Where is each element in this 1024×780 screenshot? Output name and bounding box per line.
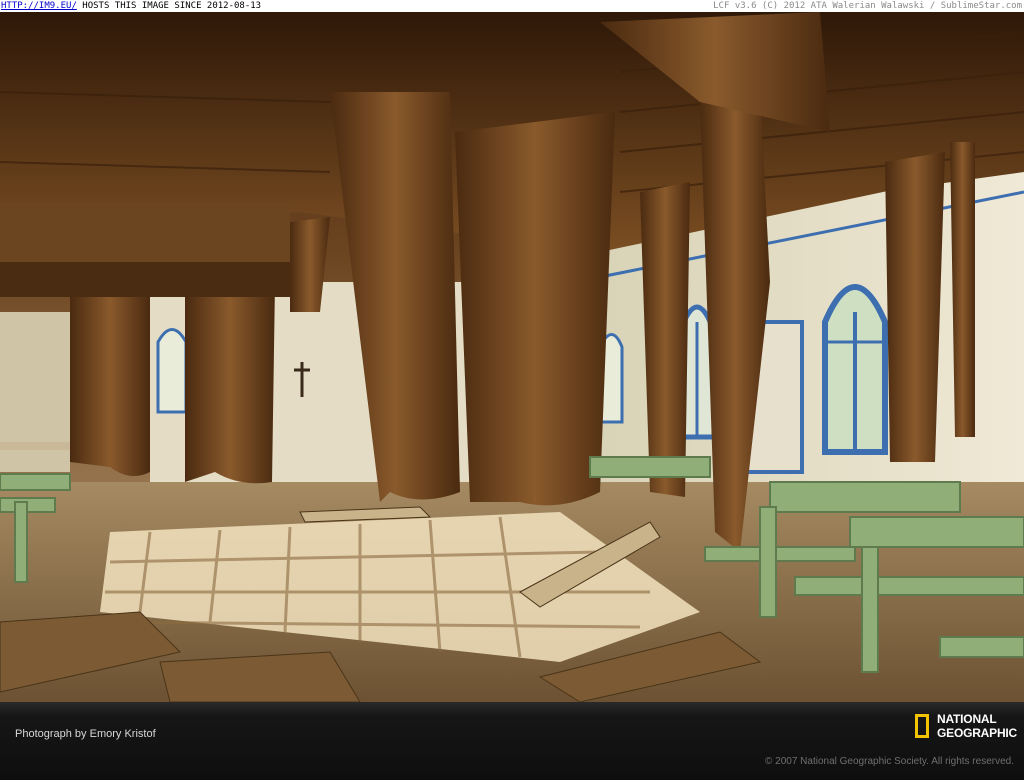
caption-bar: Photograph by Emory Kristof NATIONAL GEO… xyxy=(0,702,1024,780)
photo xyxy=(0,12,1024,702)
yellow-border-icon xyxy=(915,714,929,738)
host-bar-left: HTTP://IM9.EU/ HOSTS THIS IMAGE SINCE 20… xyxy=(1,0,261,12)
logo-line1: NATIONAL xyxy=(937,712,997,726)
logo-text: NATIONAL GEOGRAPHIC xyxy=(937,712,1017,740)
window-back xyxy=(156,328,188,414)
window-right xyxy=(822,284,888,455)
logo-line2: GEOGRAPHIC xyxy=(937,726,1018,740)
church-interior-illustration xyxy=(0,12,1024,702)
host-bar: HTTP://IM9.EU/ HOSTS THIS IMAGE SINCE 20… xyxy=(0,0,1024,12)
national-geographic-logo: NATIONAL GEOGRAPHIC xyxy=(915,712,1017,744)
rail-left xyxy=(0,442,70,450)
host-notice: HOSTS THIS IMAGE SINCE 2012-08-13 xyxy=(82,1,262,11)
copyright-notice: © 2007 National Geographic Society. All … xyxy=(765,756,1014,767)
photo-credit: Photograph by Emory Kristof xyxy=(15,728,156,740)
ceiling-beam-shadow xyxy=(0,262,290,297)
host-link[interactable]: HTTP://IM9.EU/ xyxy=(1,1,77,11)
host-bar-copyright: LCF v3.6 (C) 2012 ATA Walerian Walawski … xyxy=(713,1,1022,11)
